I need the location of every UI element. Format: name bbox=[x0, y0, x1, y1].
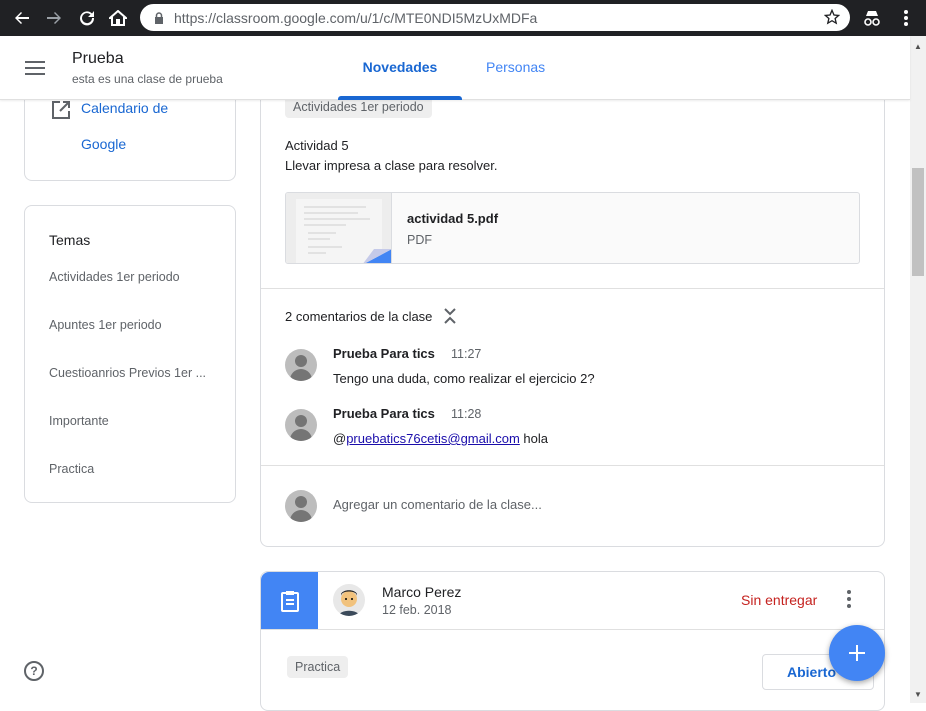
forward-arrow-icon[interactable] bbox=[43, 7, 65, 29]
class-description: esta es una clase de prueba bbox=[72, 72, 223, 86]
post-title: Actividad 5 bbox=[285, 138, 349, 153]
menu-icon[interactable] bbox=[25, 61, 45, 75]
comment-text: Tengo una duda, como realizar el ejercic… bbox=[333, 371, 595, 386]
url-text: https://classroom.google.com/u/1/c/MTE0N… bbox=[174, 9, 538, 26]
avatar bbox=[285, 349, 317, 381]
browser-menu-icon[interactable] bbox=[895, 7, 917, 29]
reload-icon[interactable] bbox=[76, 7, 98, 29]
scroll-thumb[interactable] bbox=[912, 168, 924, 276]
address-bar[interactable]: https://classroom.google.com/u/1/c/MTE0N… bbox=[140, 4, 850, 31]
open-external-icon bbox=[51, 100, 71, 125]
stream-post: Actividades 1er periodo Actividad 5 Llev… bbox=[260, 80, 885, 547]
comment-time: 11:27 bbox=[451, 347, 482, 361]
class-title[interactable]: Prueba bbox=[72, 50, 124, 68]
topic-item[interactable]: Actividades 1er periodo bbox=[49, 270, 219, 284]
calendar-link-line1[interactable]: Calendario de bbox=[81, 100, 168, 116]
comment-time: 11:28 bbox=[451, 407, 482, 421]
avatar bbox=[285, 409, 317, 441]
post-description: Llevar impresa a clase para resolver. bbox=[285, 158, 498, 173]
comment-author: Prueba Para tics bbox=[333, 346, 435, 361]
add-comment-input[interactable]: Agregar un comentario de la clase... bbox=[333, 497, 542, 512]
home-icon[interactable] bbox=[107, 7, 129, 29]
comment-suffix: hola bbox=[519, 431, 549, 446]
plus-icon bbox=[849, 645, 865, 661]
add-fab-button[interactable] bbox=[829, 625, 885, 681]
post-author: Marco Perez bbox=[382, 584, 462, 600]
more-options-icon[interactable] bbox=[843, 590, 855, 610]
topic-chip: Practica bbox=[287, 656, 349, 678]
topic-item[interactable]: Importante bbox=[49, 414, 219, 428]
mention-prefix: @ bbox=[333, 431, 347, 446]
tab-personas[interactable]: Personas bbox=[486, 59, 545, 75]
help-icon[interactable]: ? bbox=[24, 661, 44, 681]
topics-title: Temas bbox=[49, 232, 91, 248]
pdf-thumbnail bbox=[286, 193, 392, 263]
incognito-icon[interactable] bbox=[861, 7, 883, 29]
topics-card: Temas Actividades 1er periodo Apuntes 1e… bbox=[24, 205, 236, 503]
avatar bbox=[285, 490, 317, 522]
attachment-name: actividad 5.pdf bbox=[407, 211, 499, 226]
browser-toolbar: https://classroom.google.com/u/1/c/MTE0N… bbox=[0, 0, 926, 36]
attachment-card[interactable]: actividad 5.pdf PDF bbox=[285, 192, 860, 264]
topic-item[interactable]: Practica bbox=[49, 462, 219, 476]
lock-icon bbox=[154, 11, 164, 29]
avatar bbox=[333, 584, 365, 616]
mention-link[interactable]: pruebatics76cetis@gmail.com bbox=[346, 431, 520, 446]
attachment-type: PDF bbox=[407, 233, 432, 247]
status-badge: Sin entregar bbox=[741, 592, 818, 608]
comment-author: Prueba Para tics bbox=[333, 406, 435, 421]
calendar-link-line2[interactable]: Google bbox=[81, 136, 126, 152]
assignment-icon bbox=[261, 572, 318, 629]
active-tab-indicator bbox=[338, 96, 462, 100]
tab-novedades[interactable]: Novedades bbox=[338, 59, 462, 75]
page-scrollbar[interactable] bbox=[910, 36, 926, 703]
back-arrow-icon[interactable] bbox=[11, 7, 33, 29]
app-header: Prueba esta es una clase de prueba Noved… bbox=[0, 36, 910, 100]
collapse-comments-icon[interactable] bbox=[443, 307, 457, 330]
scroll-up-arrow-icon[interactable]: ▲ bbox=[910, 38, 926, 54]
divider bbox=[261, 465, 884, 466]
topic-item[interactable]: Apuntes 1er periodo bbox=[49, 318, 219, 332]
bookmark-star-icon[interactable] bbox=[823, 8, 841, 30]
divider bbox=[261, 629, 884, 630]
topic-item[interactable]: Cuestioanrios Previos 1er ... bbox=[49, 366, 219, 380]
assignment-post[interactable]: Marco Perez 12 feb. 2018 Sin entregar Pr… bbox=[260, 571, 885, 711]
comment-text: @pruebatics76cetis@gmail.com hola bbox=[333, 431, 548, 446]
comments-count[interactable]: 2 comentarios de la clase bbox=[285, 309, 432, 324]
divider bbox=[261, 288, 884, 289]
post-date: 12 feb. 2018 bbox=[382, 603, 452, 617]
scroll-down-arrow-icon[interactable]: ▼ bbox=[910, 686, 926, 702]
